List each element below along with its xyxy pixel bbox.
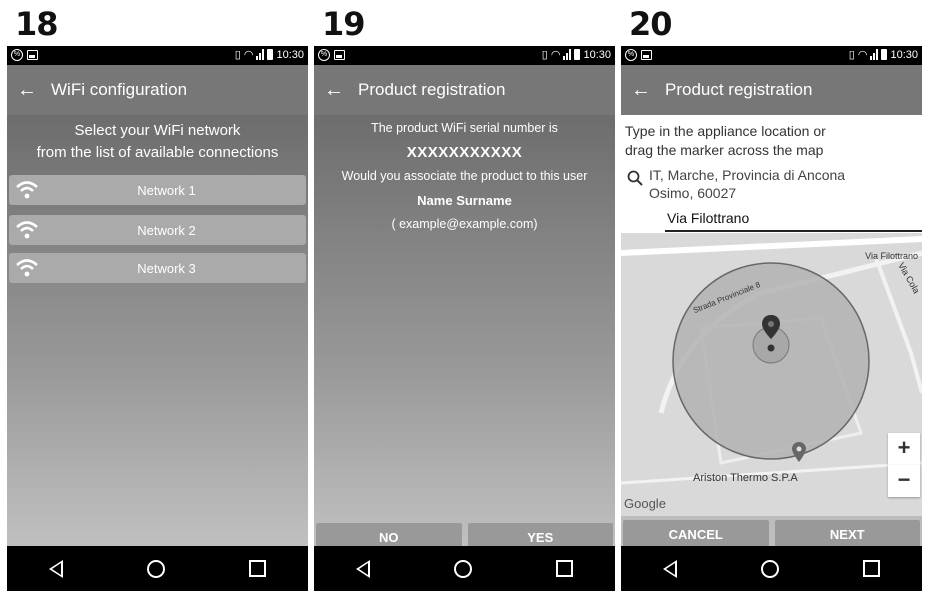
network-item[interactable]: Network 1	[9, 175, 306, 205]
nav-back-icon[interactable]	[663, 559, 677, 578]
location-prompt: Type in the appliance location or drag t…	[625, 122, 826, 160]
network-name: Network 3	[137, 260, 196, 276]
network-name: Network 2	[137, 222, 196, 238]
nav-recents-icon[interactable]	[863, 560, 880, 577]
wifi-icon	[16, 181, 38, 199]
serial-number: XXXXXXXXXXX	[406, 144, 523, 161]
nav-recents-icon[interactable]	[556, 560, 573, 577]
page-title: Product registration	[665, 80, 813, 99]
navigation-bar	[621, 546, 922, 591]
app-bar: ← Product registration	[621, 65, 922, 115]
address-line: IT, Marche, Provincia di Ancona	[649, 167, 846, 183]
prompt-line: Type in the appliance location or	[625, 123, 826, 139]
notification-icon: %	[318, 49, 330, 61]
battery-icon	[267, 49, 274, 60]
wifi-instructions: Select your WiFi network from the list o…	[7, 115, 308, 164]
poi-marker-icon	[792, 442, 806, 462]
notification-icon: %	[11, 49, 23, 61]
image-notification-icon	[27, 50, 38, 60]
network-name: Network 1	[137, 182, 196, 198]
status-bar: % ▯ ◠ 10:30	[621, 46, 922, 65]
address-suggestion[interactable]: IT, Marche, Provincia di Ancona Osimo, 6…	[649, 166, 845, 202]
page-title: WiFi configuration	[51, 80, 188, 99]
battery-icon	[881, 49, 888, 60]
screen-wifi-configuration: 18 % ▯ ◠ 10:30 ← WiFi configuration Sele…	[7, 0, 308, 591]
google-logo: Google	[624, 496, 666, 511]
image-notification-icon	[641, 50, 652, 60]
signal-icon	[256, 49, 265, 60]
vibrate-icon: ▯	[234, 49, 241, 61]
zoom-out-button[interactable]: −	[888, 465, 920, 497]
wifi-status-icon: ◠	[550, 49, 561, 61]
user-email: ( example@example.com)	[391, 217, 538, 231]
clock: 10:30	[890, 48, 918, 61]
wifi-icon	[16, 221, 38, 239]
prompt-line: drag the marker across the map	[625, 142, 824, 158]
battery-icon	[574, 49, 581, 60]
step-number: 19	[316, 0, 373, 46]
nav-back-icon[interactable]	[49, 559, 63, 578]
screen-product-location: 20 % ▯ ◠ 10:30 ← Product registration Ty…	[621, 0, 922, 591]
vibrate-icon: ▯	[848, 49, 855, 61]
associate-question: Would you associate the product to this …	[341, 169, 588, 183]
search-icon[interactable]	[627, 170, 643, 186]
back-arrow-icon[interactable]: ←	[324, 80, 344, 100]
nav-home-icon[interactable]	[454, 559, 472, 578]
status-bar: % ▯ ◠ 10:30	[7, 46, 308, 65]
signal-icon	[870, 49, 879, 60]
map-label-via-filottrano: Via Filottrano	[865, 251, 918, 261]
nav-recents-icon[interactable]	[249, 560, 266, 577]
street-input[interactable]: Via Filottrano	[667, 210, 749, 226]
image-notification-icon	[334, 50, 345, 60]
clock: 10:30	[583, 48, 611, 61]
network-item[interactable]: Network 3	[9, 253, 306, 283]
navigation-bar	[314, 546, 615, 591]
nav-home-icon[interactable]	[147, 559, 165, 578]
map-marker-icon[interactable]	[762, 315, 780, 353]
nav-home-icon[interactable]	[761, 559, 779, 578]
instruction-line: Select your WiFi network	[74, 122, 241, 139]
page-title: Product registration	[358, 80, 506, 99]
user-name: Name Surname	[417, 193, 512, 208]
notification-icon: %	[625, 49, 637, 61]
location-content: Type in the appliance location or drag t…	[621, 115, 922, 516]
wifi-status-icon: ◠	[243, 49, 254, 61]
wifi-content: Select your WiFi network from the list o…	[7, 115, 308, 546]
wifi-icon	[16, 259, 38, 277]
network-item[interactable]: Network 2	[9, 215, 306, 245]
navigation-bar	[7, 546, 308, 591]
serial-intro: The product WiFi serial number is	[371, 121, 558, 135]
step-number: 20	[623, 0, 680, 46]
registration-content: The product WiFi serial number is XXXXXX…	[314, 115, 615, 553]
zoom-in-button[interactable]: +	[888, 433, 920, 465]
app-bar: ← WiFi configuration	[7, 65, 308, 115]
street-input-underline	[665, 230, 922, 232]
instruction-line: from the list of available connections	[36, 144, 279, 161]
wifi-status-icon: ◠	[857, 49, 868, 61]
signal-icon	[563, 49, 572, 60]
app-bar: ← Product registration	[314, 65, 615, 115]
back-arrow-icon[interactable]: ←	[631, 80, 651, 100]
status-bar: % ▯ ◠ 10:30	[314, 46, 615, 65]
map-label-ariston: Ariston Thermo S.P.A	[693, 472, 798, 484]
vibrate-icon: ▯	[541, 49, 548, 61]
clock: 10:30	[276, 48, 304, 61]
back-arrow-icon[interactable]: ←	[17, 80, 37, 100]
map-view[interactable]: Via Filottrano Strada Provinciale 8 Via …	[621, 233, 922, 516]
step-number: 18	[9, 0, 66, 46]
address-line: Osimo, 60027	[649, 185, 737, 201]
screen-product-registration-confirm: 19 % ▯ ◠ 10:30 ← Product registration Th…	[314, 0, 615, 591]
nav-back-icon[interactable]	[356, 559, 370, 578]
